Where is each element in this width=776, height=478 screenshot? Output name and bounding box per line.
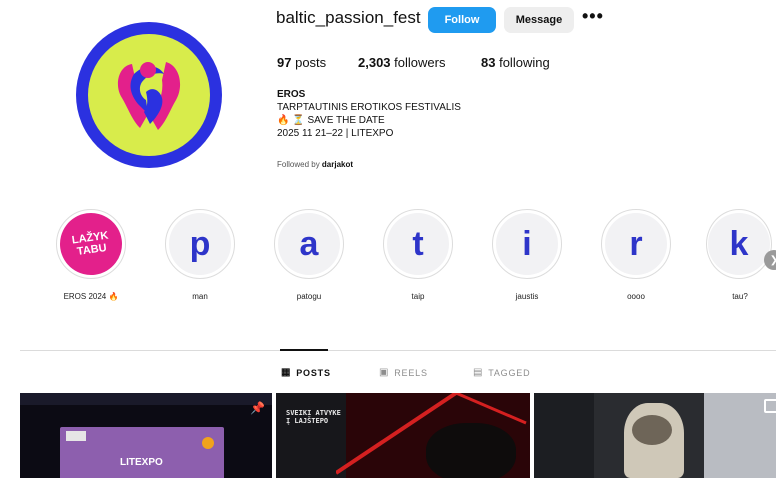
pin-icon: 📌 [250, 401, 265, 415]
highlight-patogu[interactable]: a [274, 209, 344, 279]
post-thumbnail[interactable]: LITEXPO [20, 393, 272, 478]
highlight-cover: k [708, 213, 770, 275]
followers-stat[interactable]: 2,303 followers [358, 55, 445, 70]
highlight-label: EROS 2024 🔥 [63, 292, 119, 301]
followed-by-user[interactable]: darjakot [322, 160, 353, 169]
tab-label: TAGGED [488, 367, 531, 378]
posts-count: 97 [277, 55, 292, 70]
tab-label: REELS [394, 367, 428, 378]
profile-username: baltic_passion_fest [276, 8, 421, 27]
avatar-logo-icon [117, 62, 181, 130]
highlight-tau[interactable]: k [706, 209, 772, 279]
active-tab-indicator [280, 349, 328, 351]
tab-reels[interactable]: ▣ REELS [379, 367, 428, 378]
post-ceiling [20, 393, 272, 405]
highlight-oooo[interactable]: r [601, 209, 671, 279]
bio-line: 2025 11 21–22 | LITEXPO [277, 128, 394, 139]
following-count: 83 [481, 55, 496, 70]
highlight-cover: a [278, 213, 340, 275]
tabs-divider [20, 350, 776, 351]
followed-by-prefix: Followed by [277, 160, 320, 169]
grid-icon: ▦ [281, 367, 292, 378]
post-face [632, 415, 672, 445]
highlight-label: oooo [627, 292, 645, 301]
highlight-eros-2024[interactable]: LAŽYK TABU [55, 208, 127, 280]
post-shadow [534, 393, 594, 478]
tab-posts[interactable]: ▦ POSTS [281, 367, 331, 378]
chevron-right-icon[interactable]: ❯ [764, 250, 776, 270]
bio-name: EROS [277, 89, 306, 100]
followed-by-text[interactable]: Followed by darjakot [277, 160, 353, 169]
tab-tagged[interactable]: ▤ TAGGED [473, 367, 530, 378]
tab-label: POSTS [296, 367, 331, 378]
highlight-label: patogu [296, 292, 322, 301]
post-caption: LITEXPO [120, 457, 163, 468]
highlight-cover: i [496, 213, 558, 275]
highlight-label: jaustis [515, 292, 539, 301]
highlight-cover: r [605, 213, 667, 275]
highlight-jaustis[interactable]: i [492, 209, 562, 279]
post-badge [202, 437, 214, 449]
follow-button[interactable]: Follow [428, 7, 496, 33]
message-button[interactable]: Message [504, 7, 574, 33]
post-thumbnail[interactable] [534, 393, 776, 478]
bio-line: 🔥 ⏳ SAVE THE DATE [277, 115, 385, 126]
post-logo [66, 431, 86, 441]
highlight-label: man [192, 292, 208, 301]
followers-label: followers [394, 55, 446, 70]
post-laser-lines [336, 393, 527, 475]
followers-count: 2,303 [358, 55, 391, 70]
profile-bio: EROS TARPTAUTINIS EROTIKOS FESTIVALIS 🔥 … [277, 88, 461, 140]
multiple-photos-icon [764, 399, 776, 413]
posts-label: posts [295, 55, 327, 70]
highlight-cover: p [169, 213, 231, 275]
highlight-man[interactable]: p [165, 209, 235, 279]
more-options-icon[interactable]: ••• [582, 6, 604, 27]
post-thumbnail[interactable]: SVEIKI ATVYKE Į LAJŠTEPO [276, 393, 530, 478]
reels-icon: ▣ [379, 367, 390, 378]
highlight-cover: t [387, 213, 449, 275]
following-label: following [499, 55, 550, 70]
highlight-taip[interactable]: t [383, 209, 453, 279]
following-stat[interactable]: 83 following [481, 55, 550, 70]
bio-line: TARPTAUTINIS EROTIKOS FESTIVALIS [277, 102, 461, 113]
highlight-label: tau? [732, 292, 748, 301]
posts-count-stat: 97 posts [277, 55, 326, 70]
highlight-label: taip [411, 292, 425, 301]
tagged-icon: ▤ [473, 367, 484, 378]
highlight-cover: LAŽYK TABU [55, 208, 127, 280]
